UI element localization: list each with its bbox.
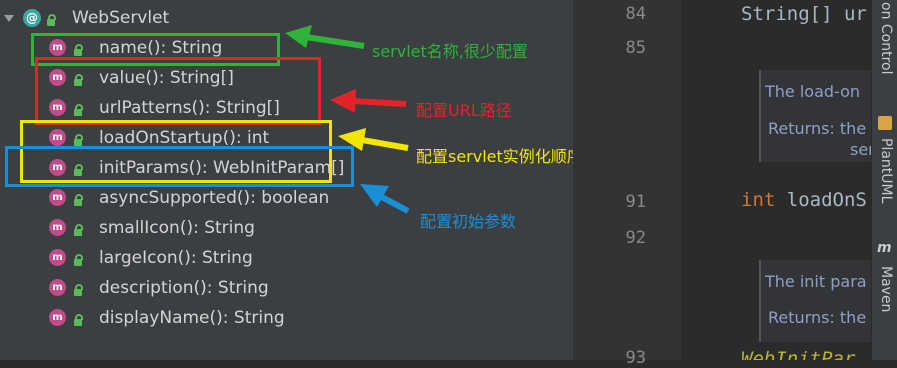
red-arrow-line <box>351 98 407 107</box>
line-number: 85 <box>625 38 646 58</box>
annotation-note-initparams: 配置初始参数 <box>420 212 517 231</box>
annotation-note-url: 配置URL路径 <box>416 101 512 120</box>
blue-arrow-line <box>378 193 410 214</box>
doc-text: Returns: the <box>768 119 867 138</box>
code-keyword: int <box>741 189 776 211</box>
tab-maven[interactable]: Maven <box>878 266 894 312</box>
green-arrow-head <box>285 25 312 48</box>
yellow-arrow-line <box>361 137 409 151</box>
code-editor[interactable]: String[] ur The load-on Returns: the ser… <box>681 0 871 360</box>
doc-text: The load-on <box>765 82 861 101</box>
green-arrow-line <box>305 34 365 49</box>
tab-plantuml[interactable]: PlantUML <box>878 138 894 203</box>
code-line: String[] ur <box>741 3 867 25</box>
annotation-note-name: servlet名称,很少配置 <box>372 42 528 61</box>
line-number: 91 <box>625 192 646 212</box>
tab-version-control[interactable]: on Control <box>878 2 894 75</box>
yellow-arrow-head <box>338 128 366 151</box>
doc-text: The init para <box>765 272 867 291</box>
line-number: 84 <box>625 4 646 24</box>
line-number: 92 <box>625 228 646 248</box>
right-tool-strip: on Control PlantUML m Maven <box>871 0 897 360</box>
annotation-note-loadonstartup: 配置servlet实例化顺序 <box>416 147 583 166</box>
javadoc-block: The init para Returns: the <box>759 260 871 342</box>
doc-text: ser <box>850 140 871 159</box>
red-arrow-head <box>330 89 356 113</box>
javadoc-block: The load-on Returns: the ser <box>759 70 871 162</box>
code-line: int loadOnS <box>741 189 867 211</box>
plantuml-icon <box>878 116 892 130</box>
doc-text: Returns: the <box>768 308 867 327</box>
editor-gutter: 84 85 91 92 93 <box>573 0 682 368</box>
structure-panel: @ WebServlet m name(): String m value():… <box>0 0 583 360</box>
code-identifier: loadOnS <box>775 189 867 211</box>
maven-icon: m <box>877 240 892 256</box>
code-line: WebInitPar <box>741 348 856 360</box>
line-number: 93 <box>625 348 646 368</box>
